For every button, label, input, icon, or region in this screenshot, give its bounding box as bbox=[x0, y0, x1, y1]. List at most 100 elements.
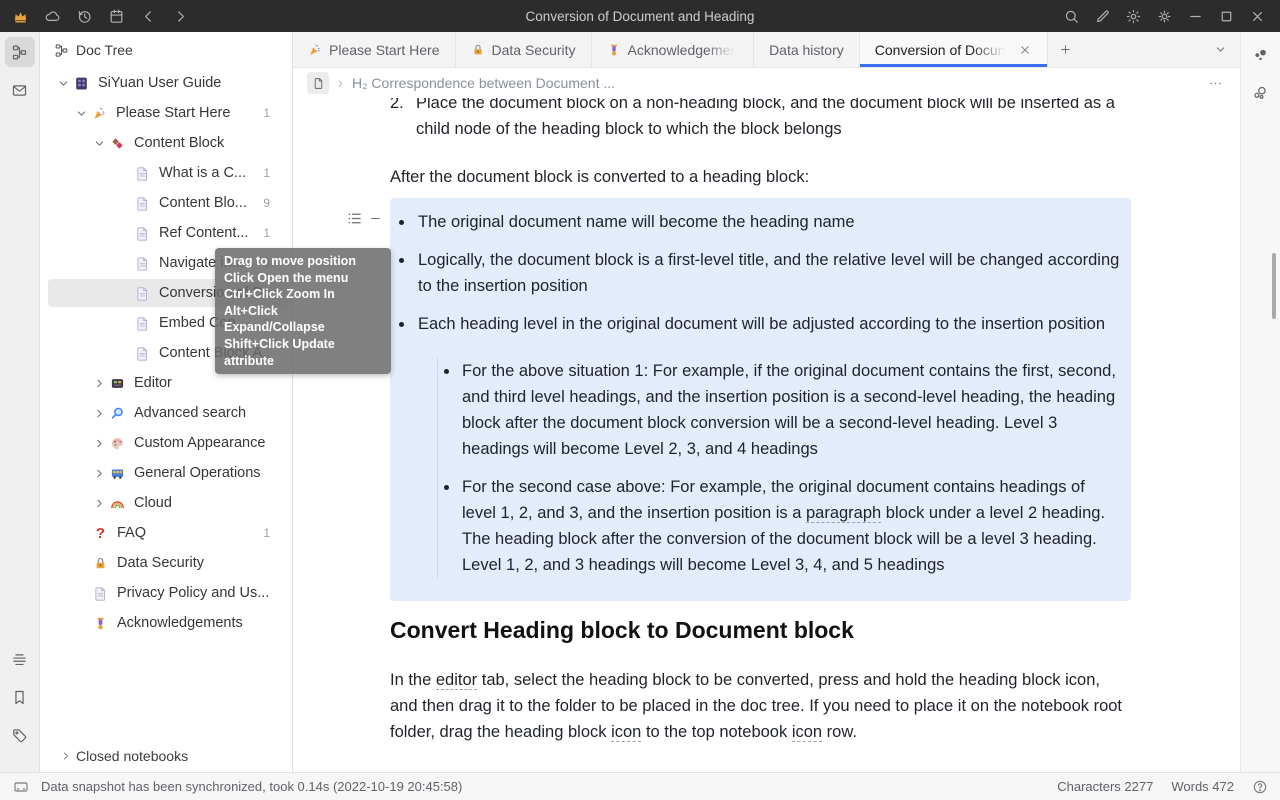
dock-item-bookmark-icon[interactable] bbox=[5, 682, 35, 712]
help-icon[interactable] bbox=[1252, 779, 1268, 795]
tree-item-faq[interactable]: ?FAQ1 bbox=[40, 518, 292, 548]
list-gutter-icon[interactable] bbox=[346, 210, 363, 227]
dock-item-graph-icon[interactable] bbox=[1246, 40, 1276, 70]
daily-note-icon[interactable] bbox=[108, 8, 125, 25]
right-dock bbox=[1240, 32, 1280, 772]
doc-icon bbox=[135, 196, 150, 211]
doc-tree-panel: Doc Tree SiYuan User GuidePlease Start H… bbox=[40, 32, 293, 772]
chevron-down-icon[interactable] bbox=[93, 137, 106, 150]
search-icon[interactable] bbox=[1063, 8, 1080, 25]
global-graph-icon bbox=[1252, 85, 1269, 102]
cloud-icon[interactable] bbox=[44, 8, 61, 25]
list-item-number: 2. bbox=[390, 98, 416, 142]
tab-bar: Please Start Here Data Security Acknowledg… bbox=[293, 32, 1240, 68]
back-icon[interactable] bbox=[140, 8, 157, 25]
edit-icon[interactable] bbox=[1094, 8, 1111, 25]
tree-item-privacy-policy-and-us-[interactable]: Privacy Policy and Us... bbox=[40, 578, 292, 608]
tree-item-what-is-a-c-[interactable]: What is a C...1 bbox=[40, 158, 292, 188]
tree-item-general-operations[interactable]: General Operations bbox=[40, 458, 292, 488]
tab-data-security[interactable]: Data Security bbox=[456, 32, 592, 67]
doc-icon bbox=[135, 256, 150, 271]
breadcrumb-heading[interactable]: H₂ Correspondence between Document ... bbox=[352, 75, 615, 91]
doc-tree-icon bbox=[11, 44, 28, 61]
tree-item-count: 9 bbox=[263, 196, 270, 210]
tree-item-siyuan-user-guide[interactable]: SiYuan User Guide bbox=[40, 68, 292, 98]
text-run: In the bbox=[390, 671, 436, 689]
block-ref: paragraph bbox=[806, 504, 881, 523]
tab-please-start-here[interactable]: Please Start Here bbox=[293, 32, 456, 67]
titlebar-left-actions bbox=[0, 8, 189, 25]
doc-icon bbox=[135, 226, 150, 241]
tree-item-content-blo-[interactable]: Content Blo...9 bbox=[40, 188, 292, 218]
block-ref: icon bbox=[611, 723, 641, 742]
block-gutter bbox=[346, 210, 382, 227]
tooltip-line: Shift+Click Update attribute bbox=[224, 336, 382, 369]
characters-count: Characters 2277 bbox=[1057, 779, 1153, 794]
chevron-down-icon[interactable] bbox=[57, 77, 70, 90]
plus-icon bbox=[1059, 43, 1072, 56]
more-button[interactable] bbox=[1204, 72, 1226, 94]
section-heading[interactable]: Convert Heading block to Document block bbox=[390, 615, 1131, 645]
tooltip-line: Ctrl+Click Zoom In bbox=[224, 286, 382, 303]
tree-item-advanced-search[interactable]: Advanced search bbox=[40, 398, 292, 428]
tree-item-custom-appearance[interactable]: Custom Appearance bbox=[40, 428, 292, 458]
chevron-right-icon[interactable] bbox=[93, 467, 106, 480]
tab-close-icon[interactable] bbox=[1018, 43, 1032, 57]
settings-icon[interactable] bbox=[1156, 8, 1173, 25]
scrollbar-thumb[interactable] bbox=[1272, 253, 1276, 319]
ordered-list-item[interactable]: 2. Place the document block on a non-hea… bbox=[390, 98, 1131, 142]
bullet-item[interactable]: For the above situation 1: For example, … bbox=[438, 358, 1121, 462]
paragraph[interactable]: In the editor tab, select the heading bl… bbox=[390, 667, 1131, 745]
minimize-icon[interactable] bbox=[1187, 8, 1204, 25]
chevron-right-icon[interactable] bbox=[93, 497, 106, 510]
tree-item-ref-content-[interactable]: Ref Content...1 bbox=[40, 218, 292, 248]
maximize-icon[interactable] bbox=[1218, 8, 1235, 25]
doc-icon bbox=[135, 286, 150, 301]
tree-item-content-block[interactable]: Content Block bbox=[40, 128, 292, 158]
tab-label: Data Security bbox=[492, 42, 576, 58]
dash-gutter-icon[interactable] bbox=[369, 210, 382, 227]
close-icon[interactable] bbox=[1249, 8, 1266, 25]
tab-list-button[interactable] bbox=[1200, 32, 1240, 67]
dock-item-outline-icon[interactable] bbox=[5, 644, 35, 674]
chevron-right-icon[interactable] bbox=[93, 377, 106, 390]
tab-label: Acknowledgemen bbox=[628, 42, 739, 58]
chevron-right-icon[interactable] bbox=[93, 407, 106, 420]
medal-icon bbox=[93, 616, 108, 631]
tree-item-data-security[interactable]: Data Security bbox=[40, 548, 292, 578]
forward-icon[interactable] bbox=[172, 8, 189, 25]
dock-item-global-graph-icon[interactable] bbox=[1246, 78, 1276, 108]
tab-acknowledgemen[interactable]: Acknowledgemen bbox=[592, 32, 755, 67]
dock-item-doc-tree-icon[interactable] bbox=[5, 37, 35, 67]
tab-data-history[interactable]: Data history bbox=[754, 32, 860, 67]
closed-notebooks-toggle[interactable]: Closed notebooks bbox=[40, 748, 188, 764]
sync-history-icon[interactable] bbox=[76, 8, 93, 25]
breadcrumb-doc-button[interactable] bbox=[307, 72, 329, 94]
selected-list-block[interactable]: The original document name will become t… bbox=[390, 198, 1131, 601]
dock-item-tag-icon[interactable] bbox=[5, 720, 35, 750]
tree-item-cloud[interactable]: Cloud bbox=[40, 488, 292, 518]
bullet-item[interactable]: Each heading level in the original docum… bbox=[390, 311, 1121, 578]
chevron-right-icon[interactable] bbox=[93, 437, 106, 450]
text-run: For the above situation 1: For example, … bbox=[462, 362, 1116, 458]
chevron-down-icon[interactable] bbox=[75, 107, 88, 120]
siyuan-logo-icon[interactable] bbox=[12, 8, 29, 25]
document-editor[interactable]: 2. Place the document block on a non-hea… bbox=[293, 98, 1240, 772]
dock-bottom-icon[interactable] bbox=[13, 779, 29, 795]
rainbow-icon bbox=[110, 496, 125, 511]
tree-item-label: Cloud bbox=[134, 495, 270, 511]
bullet-item[interactable]: The original document name will become t… bbox=[390, 209, 1121, 235]
bullet-item[interactable]: Logically, the document block is a first… bbox=[390, 247, 1121, 299]
tree-item-label: SiYuan User Guide bbox=[98, 75, 270, 91]
dock-item-inbox-icon[interactable] bbox=[5, 75, 35, 105]
text-run: Each heading level in the original docum… bbox=[418, 315, 1105, 333]
outline-icon bbox=[11, 651, 28, 668]
paragraph[interactable]: After the document block is converted to… bbox=[390, 164, 1131, 190]
tab-conversion-of-docum[interactable]: Conversion of Docum bbox=[860, 32, 1049, 67]
tab-label: Conversion of Docum bbox=[875, 42, 1010, 58]
theme-icon[interactable] bbox=[1125, 8, 1142, 25]
tree-item-acknowledgements[interactable]: Acknowledgements bbox=[40, 608, 292, 638]
new-tab-button[interactable] bbox=[1048, 32, 1082, 67]
bullet-item[interactable]: For the second case above: For example, … bbox=[438, 474, 1121, 578]
tree-item-please-start-here[interactable]: Please Start Here1 bbox=[40, 98, 292, 128]
